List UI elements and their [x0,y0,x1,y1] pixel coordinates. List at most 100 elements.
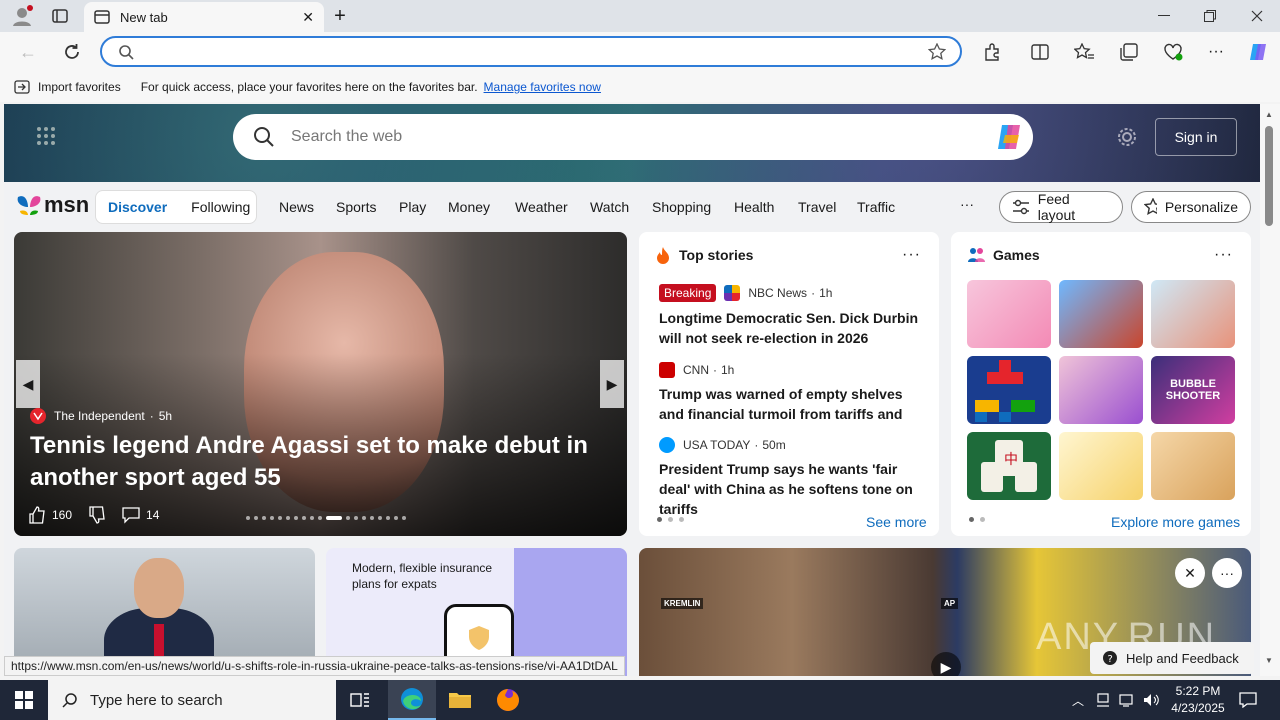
nbc-logo-icon [724,285,741,301]
split-screen-icon[interactable] [1028,40,1052,64]
msn-logo[interactable]: msn [16,192,89,218]
nav-money[interactable]: Money [448,199,490,215]
scroll-up-icon[interactable]: ▲ [1265,110,1273,119]
sign-in-button[interactable]: Sign in [1155,118,1237,156]
game-tile-shiba[interactable] [1059,432,1143,500]
thumbs-down-icon[interactable] [88,506,106,524]
volume-icon[interactable] [1140,680,1162,720]
scrollbar-thumb[interactable] [1265,126,1273,226]
game-tile-hotel[interactable] [1059,280,1143,348]
game-tile-makeup[interactable] [1059,356,1143,424]
nav-play[interactable]: Play [399,199,426,215]
nav-more-icon[interactable]: ··· [960,196,974,212]
more-options-icon[interactable]: ··· [1212,558,1242,588]
game-tile-blocks[interactable] [967,356,1051,424]
settings-gear-icon[interactable] [1116,126,1138,148]
tab-new-tab[interactable]: New tab ✕ [84,2,324,32]
msn-nav-row: msn Discover Following News Sports Play … [4,184,1260,230]
notifications-icon[interactable] [1232,680,1264,720]
import-favorites-button[interactable]: Import favorites [38,80,121,94]
nav-shopping[interactable]: Shopping [652,199,711,215]
close-tab-icon[interactable]: ✕ [302,9,314,26]
game-tile-mahjong[interactable]: 中 [967,432,1051,500]
scroll-down-icon[interactable]: ▼ [1265,656,1273,665]
copilot-icon[interactable] [993,121,1025,153]
see-more-link[interactable]: See more [866,514,927,530]
carousel-next-icon[interactable]: ▶ [600,360,624,408]
windows-start-icon[interactable] [0,680,48,720]
favorites-message: For quick access, place your favorites h… [140,80,478,94]
top-stories-more-icon[interactable]: ··· [902,246,921,264]
extensions-icon[interactable] [980,40,1004,64]
settings-more-icon[interactable]: ··· [1204,40,1228,64]
edge-taskbar-icon[interactable] [388,680,436,720]
favorites-icon[interactable] [1072,40,1096,64]
copilot-icon[interactable] [1246,40,1270,64]
web-search-box[interactable]: Search the web [233,114,1033,160]
top-stories-card: Top stories ··· Breaking NBC News · 1h L… [639,232,939,536]
story-item[interactable]: CNN · 1h Trump was warned of empty shelv… [659,362,921,424]
taskbar-search[interactable]: Type here to search [48,680,336,720]
feed-layout-button[interactable]: Feed layout [999,191,1123,223]
comment-icon[interactable] [122,506,140,524]
game-tile-bubble-shooter[interactable]: BUBBLE SHOOTER [1151,356,1235,424]
tray-chevron-icon[interactable]: ︿ [1066,680,1090,720]
web-search-placeholder[interactable]: Search the web [291,128,993,146]
games-more-icon[interactable]: ··· [1214,246,1233,264]
address-bar[interactable] [100,36,962,67]
nav-news[interactable]: News [279,199,314,215]
story-item[interactable]: USA TODAY · 50m President Trump says he … [659,437,921,519]
play-icon[interactable]: ▶ [931,652,961,676]
system-clock[interactable]: 5:22 PM 4/23/2025 [1168,683,1228,717]
refresh-icon[interactable] [60,40,84,64]
browser-toolbar: ← ··· [0,32,1280,72]
nav-watch[interactable]: Watch [590,199,629,215]
browser-essentials-icon[interactable] [1161,40,1185,64]
app-launcher-icon[interactable] [36,126,56,146]
carousel-pagination[interactable] [244,516,408,520]
carousel-headline[interactable]: Tennis legend Andre Agassi set to make d… [30,430,600,494]
device-icon[interactable] [1092,680,1114,720]
close-icon[interactable]: ✕ [1175,558,1205,588]
collections-icon[interactable] [1117,40,1141,64]
top-stories-header: Top stories [655,246,753,264]
minimize-button[interactable] [1141,0,1187,32]
carousel-source[interactable]: The Independent · 5h [30,408,172,424]
tab-following[interactable]: Following [191,199,250,215]
back-arrow-icon[interactable]: ← [16,40,40,64]
thumbs-up-icon[interactable] [28,506,46,524]
tab-actions-icon[interactable] [48,4,72,28]
game-tile-puzzle-girl[interactable] [1151,280,1235,348]
profile-icon[interactable] [10,4,34,28]
nav-travel[interactable]: Travel [798,199,836,215]
game-tile-wood-screw[interactable] [1151,432,1235,500]
nav-health[interactable]: Health [734,199,774,215]
games-pagination[interactable] [969,517,991,522]
svg-text:中: 中 [1004,452,1018,468]
network-icon[interactable] [1116,680,1138,720]
nav-weather[interactable]: Weather [515,199,568,215]
new-tab-icon[interactable]: + [328,4,352,28]
stories-pagination[interactable] [657,517,690,522]
hero-carousel[interactable]: ◀ ▶ The Independent · 5h Tennis legend A… [14,232,627,536]
personalize-button[interactable]: Personalize [1131,191,1251,223]
favorite-star-icon[interactable] [928,43,946,61]
firefox-icon[interactable] [484,680,532,720]
games-people-icon [968,248,985,262]
nav-traffic[interactable]: Traffic [857,199,895,215]
close-window-button[interactable] [1234,0,1280,32]
help-feedback-button[interactable]: ? Help and Feedback [1090,642,1254,674]
game-tile-dress-up[interactable] [967,280,1051,348]
games-title: Games [993,247,1040,263]
file-explorer-icon[interactable] [436,680,484,720]
carousel-prev-icon[interactable]: ◀ [16,360,40,408]
story-source: USA TODAY [683,438,751,452]
story-item[interactable]: Breaking NBC News · 1h Longtime Democrat… [659,284,921,348]
vertical-scrollbar[interactable]: ▲ ▼ [1260,104,1280,676]
explore-games-link[interactable]: Explore more games [1111,514,1240,530]
manage-favorites-link[interactable]: Manage favorites now [484,80,601,94]
restore-button[interactable] [1187,0,1233,32]
nav-sports[interactable]: Sports [336,199,376,215]
task-view-icon[interactable] [336,680,384,720]
tab-discover[interactable]: Discover [108,199,167,215]
